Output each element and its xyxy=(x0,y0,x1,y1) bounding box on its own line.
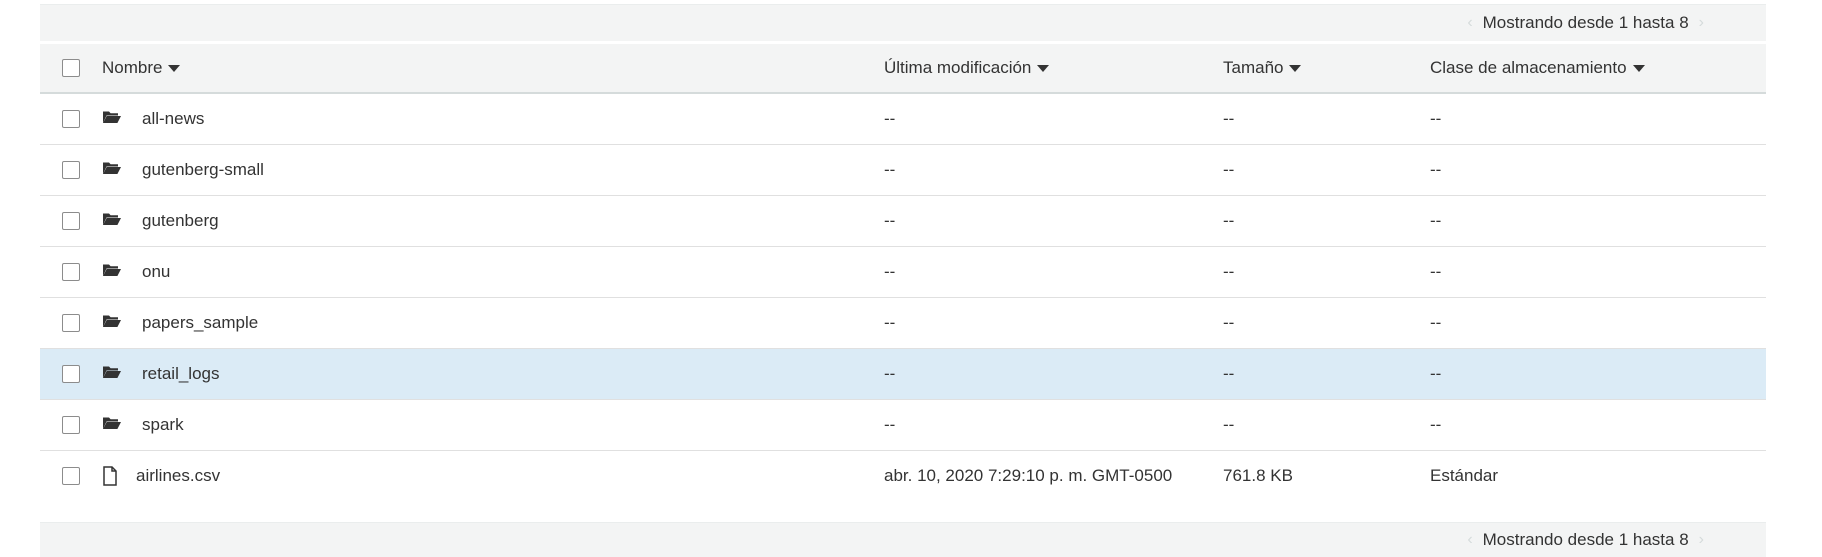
row-checkbox[interactable] xyxy=(62,212,80,230)
storage-class-cell: -- xyxy=(1430,211,1442,230)
prev-page-icon[interactable]: ‹ xyxy=(1467,14,1472,32)
item-name-link[interactable]: retail_logs xyxy=(142,364,220,384)
sort-caret-icon xyxy=(1037,64,1050,72)
storage-class-cell: -- xyxy=(1430,364,1442,383)
next-page-icon[interactable]: › xyxy=(1699,14,1704,32)
column-header-storage-class[interactable]: Clase de almacenamiento xyxy=(1430,58,1645,78)
modified-cell: -- xyxy=(884,313,896,332)
size-cell: -- xyxy=(1223,262,1235,281)
row-checkbox[interactable] xyxy=(62,314,80,332)
size-cell: -- xyxy=(1223,415,1235,434)
item-name-link[interactable]: onu xyxy=(142,262,170,282)
sort-caret-icon xyxy=(1632,64,1645,72)
storage-class-cell: -- xyxy=(1430,313,1442,332)
storage-class-cell: -- xyxy=(1430,109,1442,128)
column-name-label: Nombre xyxy=(102,58,163,77)
table-row[interactable]: gutenberg-small -- -- -- xyxy=(40,145,1766,196)
table-row[interactable]: all-news -- -- -- xyxy=(40,94,1766,145)
size-cell: -- xyxy=(1223,313,1235,332)
folder-open-icon xyxy=(102,415,124,435)
table-row[interactable]: onu -- -- -- xyxy=(40,247,1766,298)
row-checkbox[interactable] xyxy=(62,467,80,485)
modified-cell: -- xyxy=(884,364,896,383)
table-row[interactable]: spark -- -- -- xyxy=(40,400,1766,451)
storage-class-cell: Estándar xyxy=(1430,466,1499,485)
folder-open-icon xyxy=(102,313,124,333)
modified-cell: -- xyxy=(884,415,896,434)
size-cell: -- xyxy=(1223,109,1235,128)
folder-open-icon xyxy=(102,109,124,129)
column-storage-class-label: Clase de almacenamiento xyxy=(1430,58,1627,77)
modified-cell: -- xyxy=(884,262,896,281)
item-name-link[interactable]: gutenberg xyxy=(142,211,219,231)
column-header-name[interactable]: Nombre xyxy=(102,58,181,78)
row-checkbox[interactable] xyxy=(62,110,80,128)
table-row[interactable]: retail_logs -- -- -- xyxy=(40,349,1766,400)
column-header-size[interactable]: Tamaño xyxy=(1223,58,1302,78)
pagination-top: ‹ Mostrando desde 1 hasta 8 › xyxy=(40,4,1766,41)
folder-open-icon xyxy=(102,262,124,282)
folder-open-icon xyxy=(102,211,124,231)
next-page-icon[interactable]: › xyxy=(1699,531,1704,549)
pagination-label: Mostrando desde 1 hasta 8 xyxy=(1482,530,1689,549)
pagination-bottom: ‹ Mostrando desde 1 hasta 8 › xyxy=(40,522,1766,557)
column-modified-label: Última modificación xyxy=(884,58,1032,77)
item-name-link[interactable]: gutenberg-small xyxy=(142,160,264,180)
modified-cell: -- xyxy=(884,211,896,230)
row-checkbox[interactable] xyxy=(62,365,80,383)
column-size-label: Tamaño xyxy=(1223,58,1284,77)
folder-open-icon xyxy=(102,160,124,180)
table-row[interactable]: gutenberg -- -- -- xyxy=(40,196,1766,247)
item-name-link[interactable]: spark xyxy=(142,415,184,435)
storage-class-cell: -- xyxy=(1430,262,1442,281)
sort-caret-icon xyxy=(168,64,181,72)
item-name-link[interactable]: all-news xyxy=(142,109,204,129)
prev-page-icon[interactable]: ‹ xyxy=(1467,531,1472,549)
sort-caret-icon xyxy=(1289,64,1302,72)
size-cell: 761.8 KB xyxy=(1223,466,1293,485)
item-name-link[interactable]: papers_sample xyxy=(142,313,258,333)
folder-open-icon xyxy=(102,364,124,384)
modified-cell: abr. 10, 2020 7:29:10 p. m. GMT-0500 xyxy=(884,466,1173,485)
size-cell: -- xyxy=(1223,364,1235,383)
pagination-label: Mostrando desde 1 hasta 8 xyxy=(1482,13,1689,32)
column-header-modified[interactable]: Última modificación xyxy=(884,58,1050,78)
table-row[interactable]: papers_sample -- -- -- xyxy=(40,298,1766,349)
file-icon xyxy=(102,466,124,486)
size-cell: -- xyxy=(1223,160,1235,179)
table-header: Nombre Última modificación Tamaño Clase … xyxy=(40,44,1766,94)
modified-cell: -- xyxy=(884,109,896,128)
modified-cell: -- xyxy=(884,160,896,179)
select-all-checkbox[interactable] xyxy=(62,59,80,77)
storage-class-cell: -- xyxy=(1430,160,1442,179)
row-checkbox[interactable] xyxy=(62,416,80,434)
row-checkbox[interactable] xyxy=(62,161,80,179)
row-checkbox[interactable] xyxy=(62,263,80,281)
table-row[interactable]: airlines.csv abr. 10, 2020 7:29:10 p. m. … xyxy=(40,451,1766,501)
item-name-link[interactable]: airlines.csv xyxy=(136,466,220,486)
size-cell: -- xyxy=(1223,211,1235,230)
storage-class-cell: -- xyxy=(1430,415,1442,434)
